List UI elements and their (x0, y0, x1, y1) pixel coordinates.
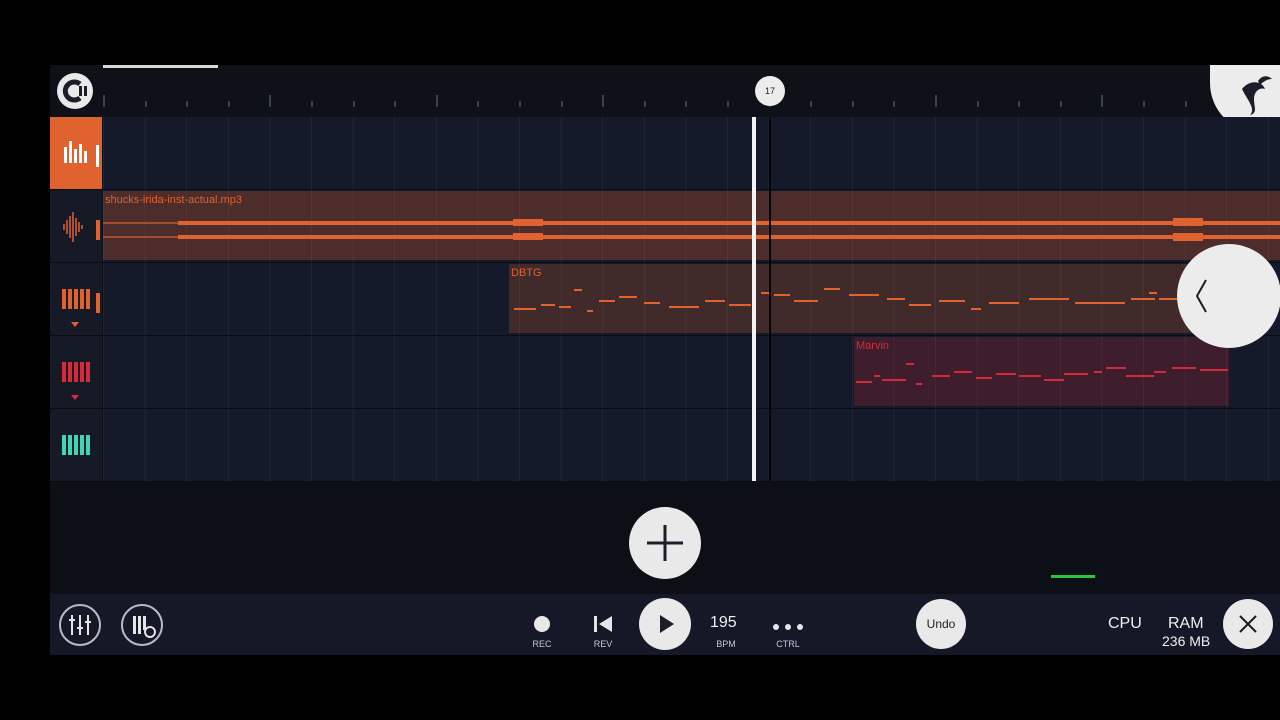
audio-clip[interactable]: shucks-irida-inst-actual.mp3 (103, 191, 1280, 260)
ruler-tick (685, 101, 688, 107)
ctrl-button[interactable] (771, 619, 805, 630)
ruler-tick (727, 101, 729, 107)
bottom-toolbar: REC REV 195 BPM CTRL Undo CPU RAM 236 MB (50, 594, 1280, 655)
ruler-tick (851, 101, 854, 107)
ruler-tick (519, 101, 521, 107)
audio-waveform (103, 218, 1280, 241)
cpu-label: CPU (1108, 615, 1142, 632)
ruler-tick (560, 101, 563, 107)
track-lane-marvin: Marvin (50, 336, 1280, 409)
record-button[interactable] (534, 616, 550, 632)
piano-icon (62, 362, 90, 400)
app-logo-button[interactable] (57, 73, 93, 109)
track-header-dbtg[interactable] (50, 263, 102, 336)
add-track-button[interactable] (629, 507, 701, 579)
chevron-down-icon (71, 322, 79, 327)
side-panel-toggle[interactable] (1177, 244, 1280, 348)
more-dots-icon (773, 624, 803, 630)
pattern-clip[interactable]: DBTG (509, 264, 1229, 333)
ruler-tick (394, 101, 397, 107)
bar-chart-icon (64, 141, 99, 167)
track-lane-body[interactable]: shucks-irida-inst-actual.mp3 (103, 190, 1280, 263)
tempo-value[interactable]: 195 (710, 614, 737, 632)
track-header-pattern[interactable] (50, 117, 102, 190)
ruler-tick (643, 101, 646, 107)
track-lane-body[interactable] (103, 117, 1280, 190)
rewind-label: REV (593, 639, 613, 649)
c-logo-icon (62, 79, 87, 103)
chevron-down-icon (71, 395, 79, 400)
ruler-tick (1143, 101, 1145, 107)
skip-back-icon (594, 616, 612, 632)
plus-icon (647, 525, 683, 561)
rewind-button[interactable] (593, 614, 613, 634)
close-icon (1239, 615, 1257, 633)
chevron-left-icon (1195, 279, 1207, 313)
tempo-label: BPM (716, 639, 736, 649)
ruler-tick (103, 95, 105, 107)
scroll-indicator[interactable] (103, 65, 218, 68)
mixer-button[interactable] (59, 604, 101, 646)
pattern-clip[interactable]: Marvin (854, 337, 1229, 406)
playhead-bar-marker[interactable]: 17 (755, 76, 785, 106)
playhead-shadow (769, 117, 771, 481)
channel-settings-button[interactable] (121, 604, 163, 646)
midi-notes (856, 363, 1228, 385)
ruler-tick (269, 95, 272, 107)
timeline-ruler[interactable]: 17 (50, 65, 1280, 133)
track-lane-body[interactable]: Marvin (103, 336, 1280, 409)
midi-notes (514, 288, 1227, 312)
ruler-tick (352, 101, 355, 107)
ruler-tick (144, 101, 147, 107)
piano-settings-icon (133, 616, 156, 638)
track-lane-body[interactable] (103, 409, 1280, 482)
piano-icon (62, 289, 100, 327)
track-lane-piano (50, 409, 1280, 482)
play-icon (660, 615, 674, 633)
close-button[interactable] (1223, 599, 1273, 649)
ruler-tick (227, 101, 230, 107)
track-lane-body[interactable]: DBTG (103, 263, 1280, 336)
track-lane-audio: shucks-irida-inst-actual.mp3 (50, 190, 1280, 263)
track-lane-dbtg: DBTG (50, 263, 1280, 336)
track-header-piano[interactable] (50, 409, 102, 482)
ram-value: 236 MB (1162, 633, 1211, 649)
ruler-tick (311, 101, 313, 107)
ruler-tick (1059, 101, 1062, 107)
record-label: REC (532, 639, 552, 649)
play-button[interactable] (639, 598, 691, 650)
ram-label: RAM (1168, 615, 1204, 632)
ruler-tick (976, 101, 979, 107)
ruler-tick (810, 101, 813, 107)
ruler-tick (186, 101, 189, 107)
piano-icon (62, 435, 90, 455)
ctrl-label: CTRL (776, 639, 800, 649)
ruler-tick (477, 101, 480, 107)
undo-button[interactable]: Undo (916, 599, 966, 649)
track-lane-pattern (50, 117, 1280, 190)
waveform-icon (63, 212, 100, 242)
ruler-tick (435, 95, 438, 107)
ruler-tick (1018, 101, 1021, 107)
mixer-icon (69, 615, 91, 635)
track-header-audio[interactable] (50, 190, 102, 263)
playhead-line[interactable] (752, 117, 756, 481)
playlist-lanes: shucks-irida-inst-actual.mp3 DBTG Marvin (50, 117, 1280, 482)
ruler-tick (935, 95, 937, 107)
ruler-tick (602, 95, 605, 107)
daw-app: 17 shucks-irida-inst-actual.mp3 DBTG Mar… (50, 65, 1280, 655)
cpu-meter (1051, 575, 1095, 578)
ruler-tick (893, 101, 896, 107)
ruler-tick (1184, 101, 1187, 107)
ruler-tick (1101, 95, 1104, 107)
track-header-marvin[interactable] (50, 336, 102, 409)
